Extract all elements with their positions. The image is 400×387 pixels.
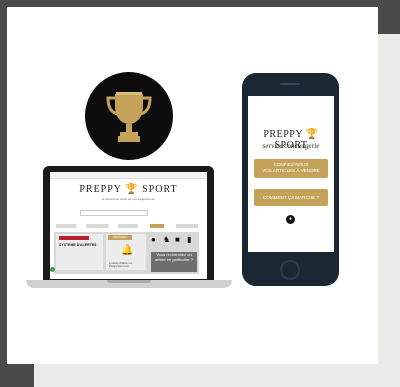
site-search-input[interactable] [80,210,148,216]
app-logo-left: PREPPY [263,129,303,140]
laptop-screen: PREPPY 🏆 SPORT le service de vente de vo… [50,172,207,279]
bell-icon: 🔔 [121,245,134,256]
phone-screen: PREPPY 🏆 SPORT service conciergerie CONF… [248,96,334,252]
trophy-icon [106,92,152,142]
site-logo[interactable]: PREPPY 🏆 SPORT [50,184,207,195]
alert-label-bar [59,236,89,240]
trophy-badge [85,72,173,160]
trophy-mini-icon: ● [286,215,295,224]
site-logo-right: SPORT [142,184,178,195]
bell-box: NOUVEAU 🔔 système d'alerte sur PreppySpo… [106,234,146,270]
nav-item[interactable] [86,224,108,228]
phone-home-button[interactable] [280,260,300,280]
bell-caption: système d'alerte sur PreppySport.com [109,262,132,268]
alert-title: SYSTEME D'ALERTES [59,243,97,247]
helmet-icon: ● [151,235,156,244]
phone-earpiece [280,83,300,85]
product-icons: ● ♞ ■ ▮ [149,234,197,248]
sell-button-line1: CONFIEZ-NOUS [273,162,309,167]
nav-item[interactable] [176,224,198,228]
app-tagline: service conciergerie [262,142,320,150]
nav-item-active[interactable] [150,224,164,228]
boot-icon: ▮ [187,235,192,244]
new-label: NOUVEAU [108,235,132,240]
background-light-bottom [34,365,400,387]
site-banner: SYSTEME D'ALERTES NOUVEAU 🔔 système d'al… [54,232,199,274]
request-box[interactable]: Vous recherchez un article en particulie… [151,252,197,272]
site-tagline: le service de vente de vos équipements [102,197,155,201]
site-nav [56,224,206,228]
nav-item[interactable] [118,224,138,228]
alert-box: SYSTEME D'ALERTES [56,234,103,270]
sell-button-line2: VOS ARTICLES À VENDRE [262,168,320,173]
site-logo-left: PREPPY [79,184,122,195]
sell-items-button[interactable]: CONFIEZ-NOUS VOS ARTICLES À VENDRE [254,159,328,178]
bag-icon: ■ [175,235,180,244]
nav-item[interactable] [56,224,76,228]
bell-caption-line2: PreppySport.com [109,265,130,268]
horse-icon: ♞ [163,235,171,244]
how-it-works-button[interactable]: COMMENT ÇA MARCHE ? [254,189,328,206]
browser-bar [50,172,207,179]
chat-dot[interactable] [50,267,55,272]
laptop-notch [107,280,151,283]
